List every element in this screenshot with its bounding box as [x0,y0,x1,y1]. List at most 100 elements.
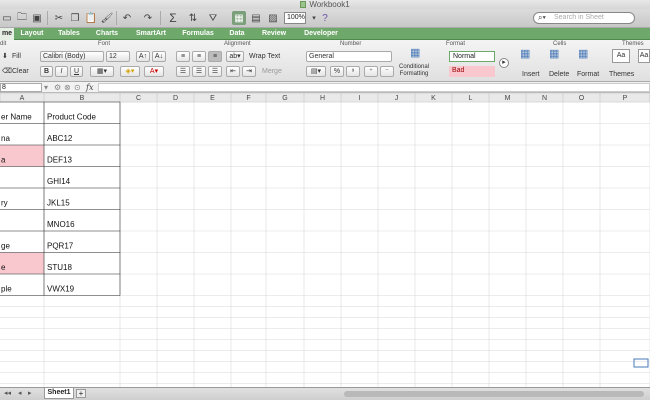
grid-canvas[interactable]: A B C D E F G H I J K L M N O Per Name Product Code na ABC… [0,93,650,387]
insert-cells-icon[interactable]: ▦ [520,49,530,60]
horizontal-scrollbar[interactable] [344,391,644,397]
fill-color-icon[interactable]: ◈▾ [120,66,140,77]
merge-button[interactable]: Merge [262,67,282,76]
font-name-select[interactable]: Calibri (Body) [40,51,104,62]
autosum-icon[interactable]: Σ [166,11,180,25]
name-box-dropdown-icon[interactable]: ▾ [44,82,48,93]
conditional-formatting-icon[interactable]: ▦ [410,48,420,59]
cell-b-text: Product Code [47,113,96,122]
copy-icon[interactable]: ❐ [68,11,82,25]
decrease-decimal-icon[interactable]: ⁻ [380,66,394,77]
increase-font-icon[interactable]: A↑ [136,51,150,62]
tab-tables[interactable]: Tables [52,28,86,40]
window-title: Workbook1 [309,0,350,9]
number-format-select[interactable]: General [306,51,392,62]
align-middle-icon[interactable]: ≡ [192,51,206,62]
wrap-text-button[interactable]: Wrap Text [249,52,280,61]
redo-icon[interactable]: ↷ [141,11,155,25]
align-bottom-icon[interactable]: ≡ [208,51,222,62]
search-input[interactable]: ⌕▾ Search in Sheet [533,12,635,24]
conditional-formatting-button[interactable]: Conditional Formatting [399,64,429,78]
delete-button[interactable]: Delete [549,70,569,79]
style-normal[interactable]: Normal [449,51,495,62]
window-title-bar: Workbook1 [0,0,650,9]
cut-icon[interactable]: ✂ [52,11,66,25]
column-header-j: J [395,95,399,102]
fx-icon[interactable]: fx [86,82,93,93]
sheet-tab-sheet1[interactable]: Sheet1 [44,388,74,399]
insert-button[interactable]: Insert [522,70,540,79]
workbook-icon [300,1,307,9]
accounting-format-icon[interactable]: ▤▾ [306,66,326,77]
format-painter-icon[interactable]: 🖌 [100,11,114,25]
decrease-indent-icon[interactable]: ⇤ [226,66,240,77]
delete-cells-icon[interactable]: ▦ [549,49,559,60]
filter-icon[interactable]: ⛛ [206,11,220,25]
format-button[interactable]: Format [577,70,599,79]
text-orientation-icon[interactable]: ab▾ [226,51,244,62]
column-header-f: F [246,95,250,102]
undo-icon[interactable]: ↶ [120,11,134,25]
tab-formulas[interactable]: Formulas [176,28,220,40]
theme-fonts-icon[interactable]: Aa [638,49,650,63]
first-sheet-icon[interactable]: ◂◂ [4,389,11,397]
cell-b-text: MNO16 [47,220,75,229]
column-header-m: M [505,95,511,102]
borders-icon[interactable]: ▦▾ [90,66,114,77]
underline-button[interactable]: U [70,66,83,77]
gallery-icon[interactable]: ▦ [232,11,246,25]
themes-icon[interactable]: Aa [612,49,630,63]
align-right-icon[interactable]: ☰ [208,66,222,77]
tab-charts[interactable]: Charts [89,28,125,40]
prev-sheet-icon[interactable]: ◂ [18,389,22,397]
themes-button[interactable]: Themes [609,70,634,79]
save-icon[interactable]: ▣ [30,11,44,25]
media-browser-icon[interactable]: ▨ [266,11,280,25]
options-icon[interactable]: ⚙ [54,82,61,93]
fill-icon[interactable]: ⬇ [2,52,8,61]
sort-icon[interactable]: ⇅ [186,11,200,25]
align-left-icon[interactable]: ☰ [176,66,190,77]
decrease-font-icon[interactable]: A↓ [152,51,166,62]
tab-layout[interactable]: Layout [15,28,49,40]
toolbar-divider [116,11,117,25]
enter-icon[interactable]: ⊙ [74,82,81,93]
tab-review[interactable]: Review [254,28,294,40]
tab-smartart[interactable]: SmartArt [128,28,174,40]
increase-indent-icon[interactable]: ⇥ [242,66,256,77]
sheet-tab-bar: ◂◂ ◂ ▸ Sheet1 + [0,387,650,400]
align-center-icon[interactable]: ☰ [192,66,206,77]
column-header-a: A [20,95,25,102]
formula-input[interactable] [98,83,650,92]
tab-developer[interactable]: Developer [296,28,346,40]
style-bad[interactable]: Bad [449,66,495,77]
new-icon[interactable]: ▭ [0,11,14,25]
italic-button[interactable]: I [55,66,68,77]
paste-icon[interactable]: 📋 [84,11,98,25]
toolbox-icon[interactable]: ▤ [249,11,263,25]
styles-more-icon[interactable]: ▸ [499,58,509,68]
toolbar-divider [160,11,161,25]
tab-home[interactable]: me [0,28,14,40]
percent-icon[interactable]: % [330,66,344,77]
comma-style-icon[interactable]: ⁹ [346,66,360,77]
fill-button[interactable]: Fill [12,52,21,61]
zoom-field[interactable]: 100% [284,12,306,24]
add-sheet-icon[interactable]: + [76,389,86,398]
next-sheet-icon[interactable]: ▸ [28,389,32,397]
tab-data[interactable]: Data [222,28,252,40]
font-color-icon[interactable]: A▾ [144,66,164,77]
font-size-select[interactable]: 12 [106,51,130,62]
align-top-icon[interactable]: ≡ [176,51,190,62]
clear-icon[interactable]: ⌫ [2,67,12,76]
cell-bad-fill [0,252,44,274]
spreadsheet-grid[interactable]: A B C D E F G H I J K L M N O Per Name Product Code na ABC… [0,93,650,387]
clear-button[interactable]: Clear [12,67,29,76]
format-cells-icon[interactable]: ▦ [578,49,588,60]
open-icon[interactable]: 🗀 [15,11,29,25]
bold-button[interactable]: B [40,66,53,77]
cancel-icon[interactable]: ⊗ [64,82,71,93]
name-box[interactable]: 8 [0,83,42,92]
help-icon[interactable]: ? [318,11,332,25]
increase-decimal-icon[interactable]: ⁺ [364,66,378,77]
